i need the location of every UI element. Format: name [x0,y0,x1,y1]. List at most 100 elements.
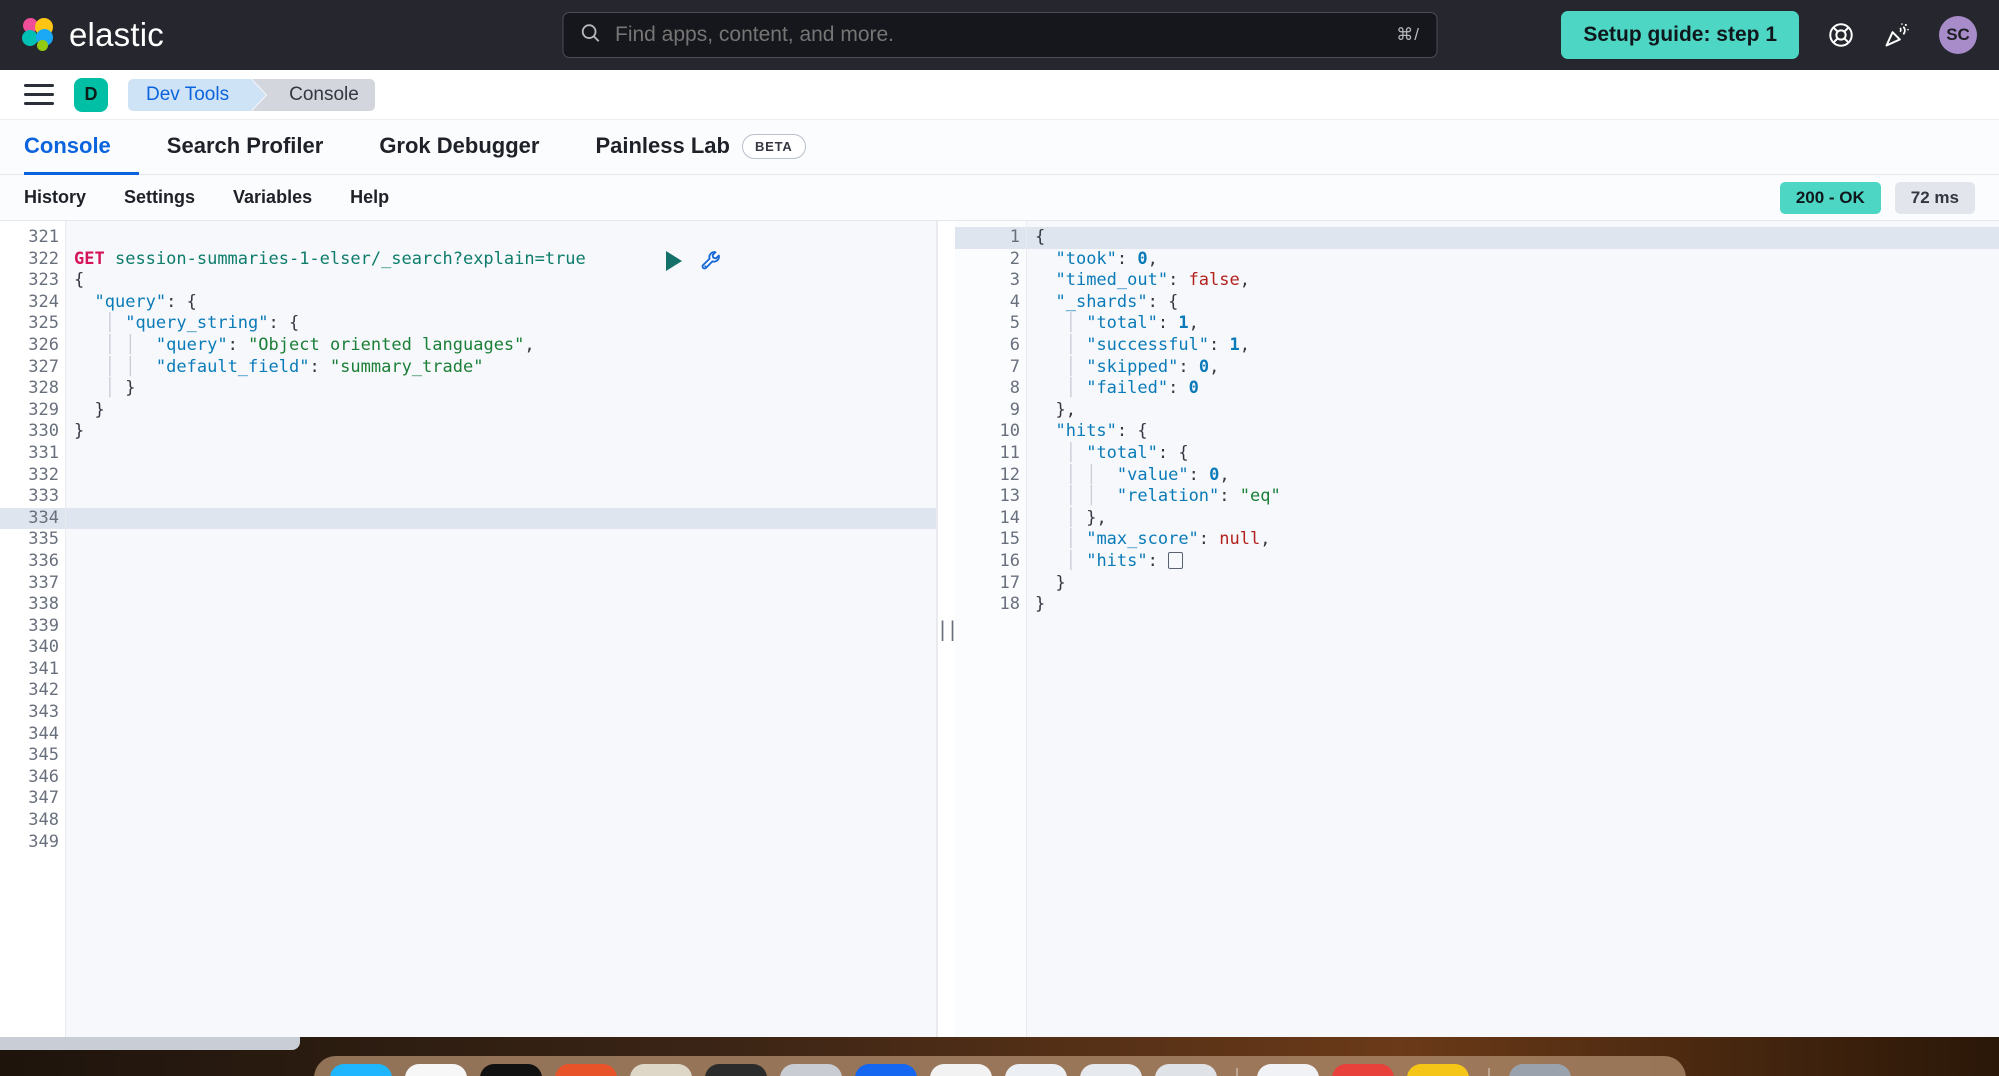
dock-icon[interactable] [555,1064,617,1076]
desktop-background [0,1037,1999,1076]
search-input[interactable] [615,23,1382,47]
line-number: 11▾ [955,443,1026,465]
tab-painless-lab-label: Painless Lab [595,133,730,159]
dock-icon[interactable] [1155,1064,1217,1076]
help-button[interactable]: Help [350,187,389,208]
line-number: 333 [0,486,65,508]
dock-icon[interactable] [1005,1064,1067,1076]
code-line: │ "successful": 1, [1027,335,1999,357]
code-line: │ } [66,378,936,400]
code-line [66,680,936,702]
space-avatar[interactable]: D [74,78,108,112]
code-line: │ "total": 1, [1027,313,1999,335]
code-line: { [66,270,936,292]
code-line [66,486,936,508]
line-number: 331 [0,443,65,465]
code-line [66,594,936,616]
header-actions: Setup guide: step 1 SC [1561,11,1977,59]
code-line: "timed_out": false, [1027,270,1999,292]
user-avatar[interactable]: SC [1939,16,1977,54]
brand[interactable]: elastic [22,16,164,54]
play-run-icon[interactable] [664,250,684,272]
code-line: │ "skipped": 0, [1027,357,1999,379]
dock-icon[interactable] [405,1064,467,1076]
line-number: 7 [955,357,1026,379]
dock-icon[interactable] [1257,1064,1319,1076]
tab-console-label: Console [24,133,111,159]
setup-guide-button[interactable]: Setup guide: step 1 [1561,11,1799,59]
help-lifebuoy-icon[interactable] [1827,21,1855,49]
console-toolbar: History Settings Variables Help 200 - OK… [0,175,1999,221]
line-number: 323▾ [0,270,65,292]
dock-icon[interactable] [1332,1064,1394,1076]
line-number: 2 [955,249,1026,271]
empty-array-glyph [1168,552,1183,569]
hamburger-menu-icon[interactable] [24,84,54,105]
search-shortcut-hint: ⌘/ [1396,25,1420,45]
code-line: { [1027,227,1999,249]
celebration-party-icon[interactable] [1883,21,1911,49]
wrench-tools-icon[interactable] [700,249,724,273]
code-line [66,810,936,832]
dock-icon[interactable] [480,1064,542,1076]
line-number: 18▴ [955,594,1026,616]
line-number: 339 [0,616,65,638]
dock-icon[interactable] [930,1064,992,1076]
dock-icon[interactable] [630,1064,692,1076]
duration-badge: 72 ms [1895,182,1975,214]
macos-dock[interactable] [314,1056,1686,1076]
code-line: } [1027,594,1999,616]
code-line [66,227,936,249]
tab-search-profiler-label: Search Profiler [167,133,324,159]
response-editor[interactable]: 1▾234▾56789▴10▾11▾121314▴151617▴18▴ { "t… [955,221,1999,1037]
settings-button[interactable]: Settings [124,187,195,208]
request-actions [664,249,724,273]
line-number: 346 [0,767,65,789]
breadcrumb-item-dev-tools[interactable]: Dev Tools [128,79,251,111]
code-line [66,637,936,659]
line-number: 5 [955,313,1026,335]
pane-splitter[interactable]: || [937,221,955,1037]
dock-icon[interactable] [855,1064,917,1076]
line-number: 324▾ [0,292,65,314]
history-button[interactable]: History [24,187,86,208]
code-line [66,529,936,551]
dock-icon[interactable] [1407,1064,1469,1076]
global-search-bar[interactable]: ⌘/ [562,12,1437,58]
breadcrumb: Dev Tools Console [128,79,375,111]
line-number: 4▾ [955,292,1026,314]
code-line [66,702,936,724]
dock-icon[interactable] [780,1064,842,1076]
line-number: 336 [0,551,65,573]
variables-button[interactable]: Variables [233,187,312,208]
line-number: 15 [955,529,1026,551]
dock-icon[interactable] [330,1064,392,1076]
request-editor[interactable]: 321322323▾324▾325▾326327328▴329▴330▴3313… [0,221,937,1037]
editor-panes: 321322323▾324▾325▾326327328▴329▴330▴3313… [0,221,1999,1037]
dock-icon[interactable] [1509,1064,1571,1076]
dev-tools-tabs: Console Search Profiler Grok Debugger Pa… [0,120,1999,175]
line-number: 321 [0,227,65,249]
tab-console[interactable]: Console [24,120,139,175]
dock-icon[interactable] [705,1064,767,1076]
tab-grok-debugger[interactable]: Grok Debugger [351,120,567,175]
dock-icon[interactable] [1080,1064,1142,1076]
global-header: elastic ⌘/ Setup guide: step 1 [0,0,1999,70]
tab-painless-lab[interactable]: Painless Lab BETA [567,120,833,175]
code-line [66,767,936,789]
line-number: 322 [0,249,65,271]
response-code-area[interactable]: { "took": 0, "timed_out": false, "_shard… [1027,221,1999,1037]
search-icon [579,22,601,49]
request-code-area[interactable]: GET session-summaries-1-elser/_search?ex… [66,221,936,1037]
line-number: 344 [0,724,65,746]
breadcrumb-item-console[interactable]: Console [267,79,375,111]
code-line: │ │ "query": "Object oriented languages"… [66,335,936,357]
line-number: 335 [0,529,65,551]
code-line [66,443,936,465]
tab-search-profiler[interactable]: Search Profiler [139,120,352,175]
code-line: │ │ "relation": "eq" [1027,486,1999,508]
code-line: │ "max_score": null, [1027,529,1999,551]
code-line: │ │ "value": 0, [1027,465,1999,487]
line-number: 337 [0,573,65,595]
line-number: 325▾ [0,313,65,335]
